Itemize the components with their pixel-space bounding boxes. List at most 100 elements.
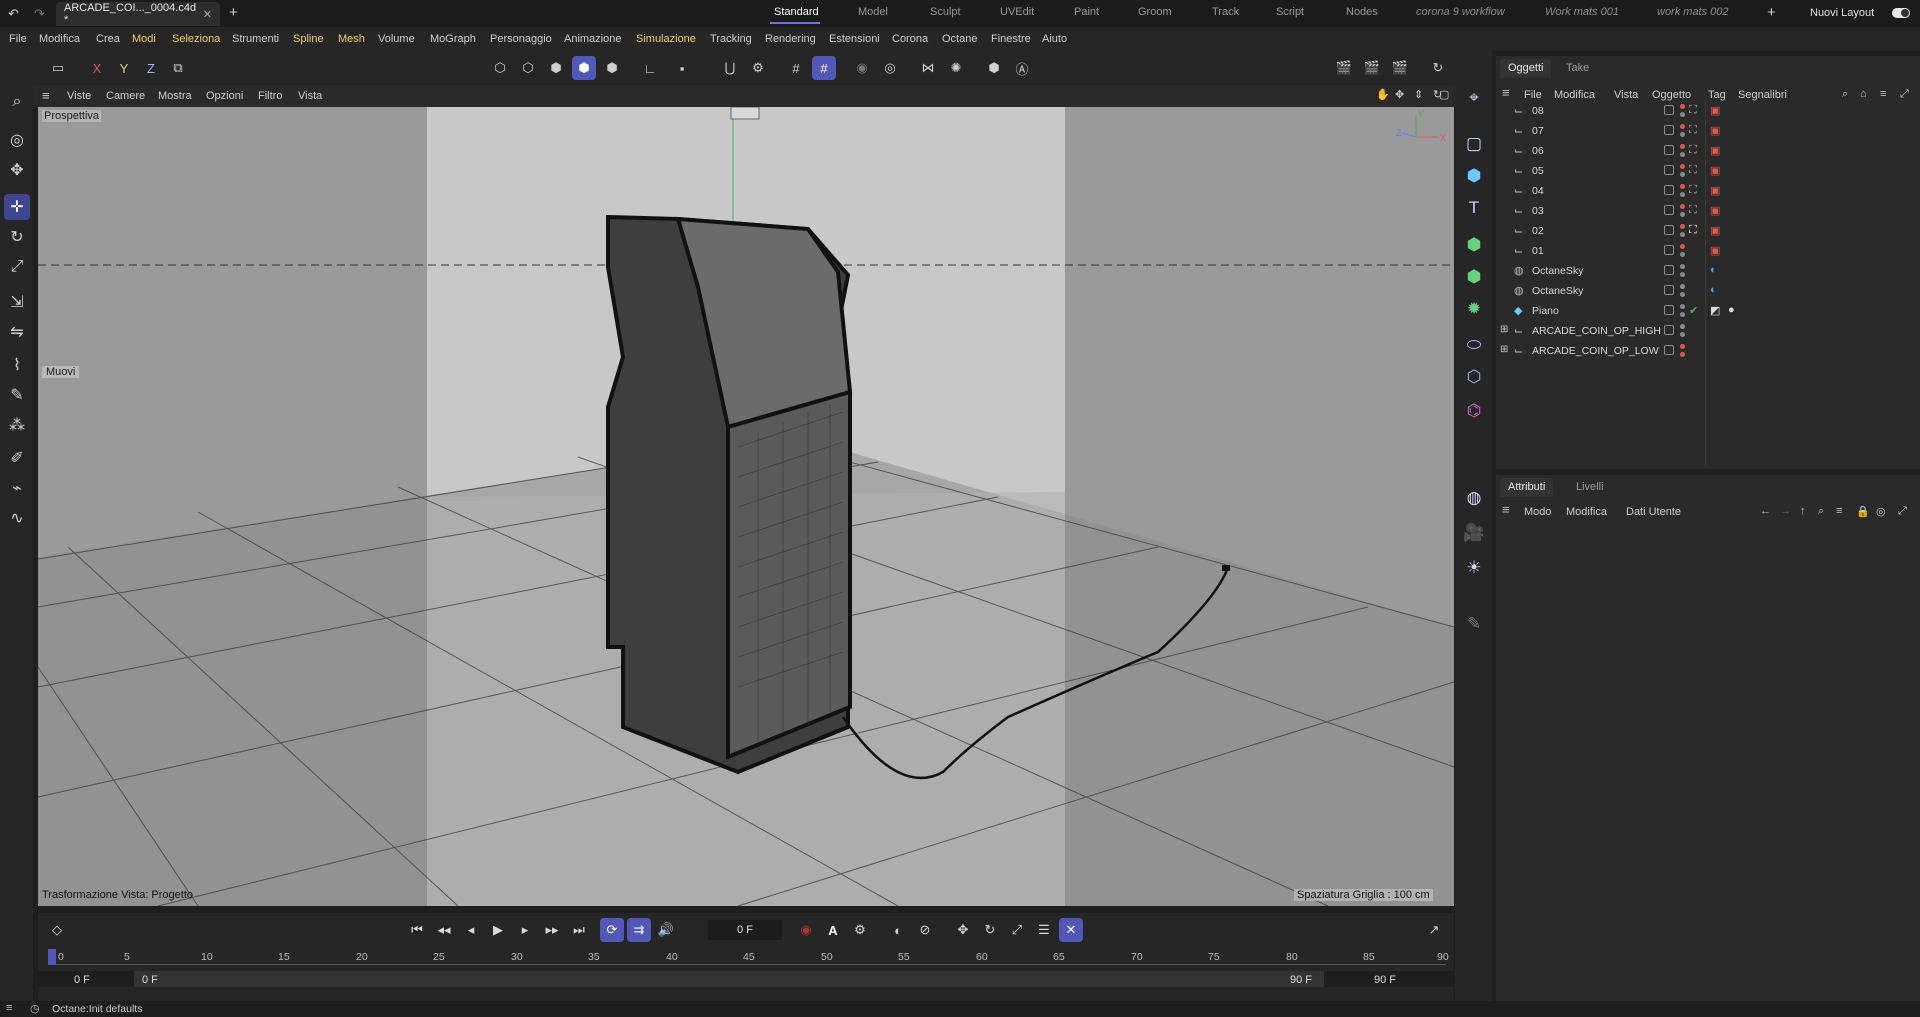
go-to-end-icon[interactable]: ⏭: [567, 918, 591, 942]
visibility-checkbox[interactable]: [1664, 345, 1674, 355]
render-visibility-dot[interactable]: [1680, 232, 1685, 237]
list-item[interactable]: ⊞ ⌙ ARCADE_COIN_OP_HIGH: [1496, 321, 1920, 341]
visibility-checkbox[interactable]: [1664, 225, 1674, 235]
visibility-checkbox[interactable]: [1664, 125, 1674, 135]
rotation-key-icon[interactable]: ↻: [978, 918, 1002, 942]
menu-mesh[interactable]: Mesh: [338, 33, 365, 45]
visibility-checkbox[interactable]: [1664, 325, 1674, 335]
render-visibility-dot[interactable]: [1680, 272, 1685, 277]
loop-icon[interactable]: ⟳: [600, 918, 624, 942]
undo-icon[interactable]: ↶: [8, 6, 19, 22]
menu-corona[interactable]: Corona: [892, 33, 928, 45]
render-visibility-dot[interactable]: [1680, 112, 1685, 117]
zoom-view-icon[interactable]: ⇕: [1414, 88, 1423, 101]
list-item[interactable]: ⌙ 05 ⛶ ▣: [1496, 161, 1920, 181]
target-tag-icon[interactable]: ⛶: [1689, 184, 1697, 197]
editor-visibility-dot[interactable]: [1680, 104, 1685, 109]
visibility-checkbox[interactable]: [1664, 185, 1674, 195]
render-visibility-dot[interactable]: [1680, 132, 1685, 137]
record-icon[interactable]: ◉: [794, 918, 818, 942]
expand-icon[interactable]: ⊞: [1500, 324, 1508, 335]
lock-icon[interactable]: ⬢: [982, 56, 1006, 80]
layout-tab-paint[interactable]: Paint: [1074, 6, 1099, 18]
objects-menu-tag[interactable]: Tag: [1708, 89, 1726, 101]
filter-icon[interactable]: ≡: [1836, 505, 1842, 517]
axis-y-button[interactable]: Y: [112, 56, 136, 80]
camera-tag-icon[interactable]: ▣: [1710, 184, 1720, 197]
menu-modifica[interactable]: Modifica: [39, 33, 80, 45]
list-item[interactable]: ⊞ ⌙ ARCADE_COIN_OP_LOW: [1496, 341, 1920, 361]
target-tag-icon[interactable]: ⛶: [1689, 164, 1697, 177]
pan-icon[interactable]: ✋: [1376, 88, 1390, 101]
render-visibility-dot[interactable]: [1680, 352, 1685, 357]
redo-icon[interactable]: ↷: [34, 6, 45, 22]
list-item[interactable]: ◍ OctaneSky ◐: [1496, 281, 1920, 301]
tab-take[interactable]: Take: [1558, 59, 1597, 78]
symmetry-settings-icon[interactable]: ✺: [944, 56, 968, 80]
search-icon[interactable]: ⌕: [4, 89, 30, 115]
visibility-checkbox[interactable]: [1664, 285, 1674, 295]
cube-outline-icon[interactable]: ▢: [1461, 131, 1487, 157]
back-arrow-icon[interactable]: ←: [1760, 505, 1771, 517]
playback-mode-icon[interactable]: ⇉: [627, 918, 651, 942]
scale-icon[interactable]: ⤢: [4, 254, 30, 280]
expand-icon[interactable]: ⤢: [1898, 505, 1907, 518]
environment-icon[interactable]: ◍: [1461, 485, 1487, 511]
tab-attributi[interactable]: Attributi: [1500, 478, 1554, 497]
camera-tag-icon[interactable]: ▣: [1710, 164, 1720, 177]
paint-tool-icon[interactable]: ✎: [1461, 611, 1487, 637]
menu-estensioni[interactable]: Estensioni: [829, 33, 880, 45]
menu-animazione[interactable]: Animazione: [564, 33, 621, 45]
menu-crea[interactable]: Crea: [96, 33, 120, 45]
editor-visibility-dot[interactable]: [1680, 164, 1685, 169]
menu-simulazione[interactable]: Simulazione: [636, 33, 696, 45]
new-tab-icon[interactable]: +: [229, 4, 238, 21]
target-tag-icon[interactable]: ⛶: [1689, 204, 1697, 217]
current-frame-field[interactable]: [708, 920, 782, 940]
tab-livelli[interactable]: Livelli: [1568, 478, 1612, 497]
viewport-menu-viste[interactable]: Viste: [67, 90, 91, 102]
editor-visibility-dot[interactable]: [1680, 184, 1685, 189]
selection-icon[interactable]: ◎: [4, 127, 30, 153]
object-mode-icon[interactable]: ⬢: [572, 56, 596, 80]
sound-icon[interactable]: 🔊: [654, 918, 678, 942]
fcurve-icon[interactable]: ↗: [1422, 918, 1446, 942]
layout-tab-work-mats-002[interactable]: work mats 002: [1657, 6, 1729, 18]
menu-rendering[interactable]: Rendering: [765, 33, 816, 45]
camera-tag-icon[interactable]: ▣: [1710, 104, 1720, 117]
layout-tab-uvedit[interactable]: UVEdit: [1000, 6, 1034, 18]
camera-tag-icon[interactable]: ▣: [1710, 144, 1720, 157]
objects-menu-segnalibri[interactable]: Segnalibri: [1738, 89, 1787, 101]
menu-aiuto[interactable]: Aiuto: [1042, 33, 1067, 45]
range-slider[interactable]: [134, 971, 1324, 987]
axis-x-button[interactable]: X: [85, 56, 109, 80]
brush-icon[interactable]: ✐: [4, 445, 30, 471]
attributes-menu-icon[interactable]: ≡: [1502, 502, 1510, 517]
layout-tab-sculpt[interactable]: Sculpt: [930, 6, 961, 18]
symmetry-icon[interactable]: ⋈: [916, 56, 940, 80]
editor-visibility-dot[interactable]: [1680, 144, 1685, 149]
objects-menu-file[interactable]: File: [1524, 89, 1542, 101]
spline-arrange-icon[interactable]: ⁂: [4, 412, 30, 438]
viewport-menu-opzioni[interactable]: Opzioni: [206, 90, 243, 102]
tab-oggetti[interactable]: Oggetti: [1500, 59, 1552, 78]
add-layout-icon[interactable]: +: [1767, 4, 1776, 21]
list-item[interactable]: ⌙ 04 ⛶ ▣: [1496, 181, 1920, 201]
layout-tab-track[interactable]: Track: [1212, 6, 1239, 18]
points-mode-icon[interactable]: ⬡: [488, 56, 512, 80]
render-visibility-dot[interactable]: [1680, 212, 1685, 217]
menu-volume[interactable]: Volume: [378, 33, 415, 45]
render-visibility-dot[interactable]: [1680, 312, 1685, 317]
editor-visibility-dot[interactable]: [1680, 344, 1685, 349]
generator-icon[interactable]: ⬢: [1461, 232, 1487, 258]
settings-icon[interactable]: ◎: [1876, 505, 1886, 518]
camera-tag-icon[interactable]: ▣: [1710, 204, 1720, 217]
menu-strumenti[interactable]: Strumenti: [232, 33, 279, 45]
maximize-view-icon[interactable]: ▢: [1439, 88, 1449, 101]
list-item[interactable]: ⌙ 03 ⛶ ▣: [1496, 201, 1920, 221]
snap-settings-icon[interactable]: ⚙: [746, 56, 770, 80]
editor-visibility-dot[interactable]: [1680, 124, 1685, 129]
auto-key-settings-icon[interactable]: ⊘: [913, 918, 937, 942]
target-tag-icon[interactable]: ⛶: [1689, 224, 1697, 237]
position-key-icon[interactable]: ✥: [951, 918, 975, 942]
